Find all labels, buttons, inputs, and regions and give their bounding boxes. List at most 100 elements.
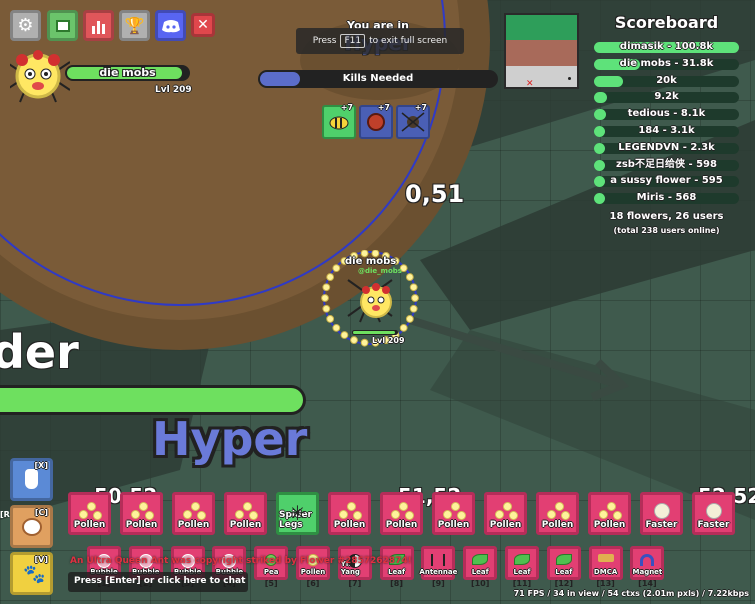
- hotbar-slot[interactable]: Pollen: [68, 492, 111, 535]
- antennae-icon: [431, 554, 446, 566]
- secondary-slot-label: Magnet: [632, 568, 663, 576]
- buff-spider: +7: [396, 103, 430, 139]
- chat-input[interactable]: Press [Enter] or click here to chat: [68, 572, 248, 592]
- hotbar-slot[interactable]: ✳ Spider Legs: [276, 492, 319, 535]
- side-button-c[interactable]: [C]: [10, 505, 53, 548]
- secondary-slot[interactable]: Leaf [11]: [505, 546, 539, 588]
- scoreboard-row-label: a sussy flower - 595: [610, 175, 723, 187]
- hotbar-slot-label: Pollen: [73, 520, 106, 530]
- settings-button[interactable]: ⚙: [10, 10, 41, 41]
- hotbar-slot[interactable]: Pollen: [432, 492, 475, 535]
- scoreboard-row-label: 9.2k: [654, 91, 679, 103]
- secondary-slot-label: DMCA: [593, 568, 618, 576]
- side-button-key: [V]: [34, 555, 48, 564]
- scoreboard-row-label: die mobs - 31.8k: [619, 57, 714, 69]
- hotbar-slot[interactable]: Pollen: [328, 492, 371, 535]
- secondary-slot-key: [6]: [306, 579, 320, 588]
- hotbar-slot[interactable]: Faster: [640, 492, 683, 535]
- spider-legs-icon: ✳: [289, 501, 306, 525]
- secondary-slot-key: [11]: [512, 579, 532, 588]
- scoreboard-row-label: tedious - 8.1k: [627, 108, 706, 120]
- scoreboard-row: a sussy flower - 595: [594, 175, 739, 188]
- secondary-slot-key: [10]: [470, 579, 490, 588]
- buff-bar: +7 +7 +7: [322, 103, 432, 139]
- hotbar-slot[interactable]: Pollen: [380, 492, 423, 535]
- discord-icon: [161, 19, 180, 32]
- secondary-slot[interactable]: DMCA [13]: [588, 546, 623, 588]
- pollen-icon: [130, 502, 154, 520]
- world-player-tag: @die_mobs: [358, 267, 402, 275]
- world-player-name: die mobs: [345, 256, 397, 267]
- scoreboard-summary: 18 flowers, 26 users: [609, 211, 724, 222]
- side-button-v[interactable]: 🐾 [V]: [10, 552, 53, 595]
- perf-stats: 71 FPS / 34 in view / 54 ctxs (2.01m pxl…: [513, 589, 749, 598]
- zone-banner-left: der: [0, 325, 79, 379]
- hotbar-slot[interactable]: Pollen: [536, 492, 579, 535]
- leaf-icon: [514, 554, 530, 565]
- pollen-petal: [322, 304, 331, 313]
- hotbar-slot[interactable]: Pollen: [588, 492, 631, 535]
- close-button[interactable]: ✕: [191, 13, 215, 37]
- stats-button[interactable]: [83, 10, 114, 41]
- pollen-petal: [326, 273, 335, 281]
- toolbar: ⚙ 🏆 ✕: [10, 0, 220, 45]
- achievements-button[interactable]: 🏆: [119, 10, 150, 41]
- scoreboard-row-label: Miris - 568: [636, 192, 697, 204]
- pollen-icon: [494, 502, 518, 520]
- player-name: die mobs: [99, 66, 156, 79]
- secondary-slot[interactable]: Leaf [12]: [546, 546, 581, 588]
- secondary-slot-key: [13]: [596, 579, 615, 588]
- pollen-icon: [546, 502, 570, 520]
- secondary-slot-label: Pea: [263, 568, 279, 576]
- hotbar-slot-label: Pollen: [125, 520, 158, 530]
- pollen-petal: [411, 294, 419, 302]
- discord-button[interactable]: [155, 10, 186, 41]
- secondary-slot-key: [12]: [554, 579, 574, 588]
- inventory-button[interactable]: [47, 10, 78, 41]
- hotbar-slot-label: Pollen: [489, 520, 522, 530]
- minimap-dot: [568, 77, 571, 80]
- notice-text: to exit full screen: [369, 36, 448, 46]
- minimap[interactable]: ✕: [504, 13, 579, 89]
- hotbar-slot[interactable]: Pollen: [172, 492, 215, 535]
- pollen-petal: [321, 294, 329, 302]
- chat-placeholder: Press [Enter] or click here to chat: [74, 576, 246, 586]
- secondary-slot-key: [8]: [390, 579, 404, 588]
- secondary-slot[interactable]: Leaf [10]: [463, 546, 498, 588]
- pollen-icon: [598, 502, 622, 520]
- hotbar-slot[interactable]: Pollen: [224, 492, 267, 535]
- pollen-petal: [350, 336, 358, 344]
- secondary-slot-label: Pollen: [300, 568, 326, 576]
- secondary-slot-key: [9]: [431, 579, 445, 588]
- hotbar-slot[interactable]: Faster: [692, 492, 735, 535]
- scoreboard-row: dimasik - 100.8k: [594, 41, 739, 53]
- scoreboard-row: Miris - 568: [594, 192, 739, 205]
- world-player-level: Lvl 209: [372, 336, 405, 345]
- scoreboard-row: die mobs - 31.8k: [594, 57, 739, 70]
- hotbar-slot[interactable]: Pollen: [484, 492, 527, 535]
- kills-needed-label: Kills Needed: [342, 73, 414, 84]
- notice-press: Press: [312, 36, 337, 46]
- secondary-slot-key: [7]: [348, 579, 362, 588]
- scoreboard-row: 20k: [594, 74, 739, 87]
- minimap-player-marker: ✕: [526, 79, 534, 89]
- pollen-icon: [390, 502, 414, 520]
- buff-count: +7: [340, 103, 353, 112]
- pollen-petal: [405, 273, 414, 281]
- hotbar-slot-label: Pollen: [385, 520, 418, 530]
- pollen-petal: [399, 323, 408, 332]
- secondary-slot[interactable]: Antennae [9]: [419, 546, 457, 588]
- bottle-icon: [25, 469, 38, 489]
- hotbar-slot-label: Pollen: [333, 520, 366, 530]
- buff-orb: +7: [359, 103, 393, 139]
- pollen-icon: [234, 502, 258, 520]
- magnet-icon: [640, 554, 655, 566]
- scoreboard-row-label: 20k: [656, 74, 677, 86]
- hotbar-slot[interactable]: Pollen: [120, 492, 163, 535]
- fullscreen-notice: Press F11 to exit full screen: [296, 28, 464, 54]
- secondary-slot-label: Leaf: [471, 568, 489, 576]
- secondary-slot-key: [14]: [638, 579, 657, 588]
- secondary-slot[interactable]: Magnet [14]: [630, 546, 665, 588]
- side-button-x[interactable]: [X]: [10, 458, 53, 501]
- pollen-petal: [360, 338, 369, 347]
